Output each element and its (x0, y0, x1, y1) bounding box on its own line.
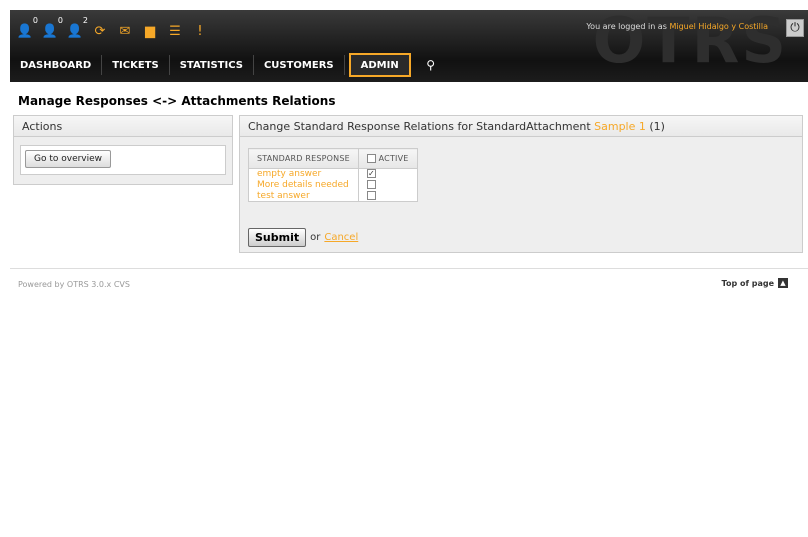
relations-header-count: (1) (649, 120, 665, 133)
active-cell (358, 190, 418, 202)
response-link[interactable]: More details needed (257, 180, 349, 190)
cancel-link[interactable]: Cancel (324, 232, 358, 243)
actions-header: Actions (14, 116, 232, 137)
response-cell: test answer (248, 190, 359, 202)
search-icon[interactable]: ⚲ (421, 55, 441, 75)
actions-sidebar: Actions Go to overview (13, 115, 233, 185)
toolbar-count-badge: 0 (32, 16, 38, 25)
folder-icon[interactable]: ▆ (141, 20, 159, 42)
logged-in-info: You are logged in as Miguel Hidalgo y Co… (586, 22, 768, 31)
locked-tickets-icon-glyph: 👤 (16, 23, 34, 39)
toolbar-count-badge: 0 (57, 16, 63, 25)
relations-header: Change Standard Response Relations for S… (240, 116, 802, 137)
mail-icon-glyph: ✉ (119, 23, 131, 39)
response-cell: More details needed (248, 179, 359, 191)
attachment-name-link[interactable]: Sample 1 (594, 120, 646, 133)
powered-by-text: Powered by OTRS 3.0.x CVS (18, 280, 130, 289)
main-navigation: DASHBOARD TICKETS STATISTICS CUSTOMERS ADMIN… (10, 50, 441, 80)
locked-tickets-icon[interactable]: 👤 0 (16, 16, 38, 42)
otrs-logo: OTRS (592, 10, 788, 77)
refresh-icon-glyph: ⟳ (94, 23, 106, 39)
active-cell: ✓ (358, 168, 418, 180)
user-name-link[interactable]: Miguel Hidalgo y Costilla (669, 22, 768, 31)
toolbar: 👤 0 👤 0 👤 2 ⟳ ✉ ▆ ☰! (16, 12, 209, 50)
relations-panel: Change Standard Response Relations for S… (239, 115, 803, 253)
form-actions: Submit or Cancel (248, 228, 358, 247)
nav-item-dashboard[interactable]: DASHBOARD (10, 55, 103, 75)
folder-icon-glyph: ▆ (145, 23, 155, 39)
response-link[interactable]: test answer (257, 191, 310, 201)
arrow-up-icon[interactable]: ▲ (778, 278, 788, 288)
logout-icon[interactable]: ⏻ (786, 19, 804, 37)
nav-item-statistics[interactable]: STATISTICS (170, 55, 254, 75)
active-checkbox[interactable]: ✓ (366, 169, 376, 179)
or-label: or (310, 232, 321, 243)
column-header-standard-response[interactable]: STANDARD RESPONSE (248, 148, 359, 169)
relations-table: STANDARD RESPONSE ACTIVE empty answer ✓ Mo… (248, 148, 418, 202)
response-link[interactable]: empty answer (257, 169, 321, 179)
submit-button[interactable]: Submit (248, 228, 307, 247)
list-icon-glyph: ☰ (169, 23, 181, 39)
page-title: Manage Responses <-> Attachments Relatio… (18, 94, 336, 108)
active-label: ACTIVE (378, 154, 409, 163)
header-bar: OTRS 👤 0 👤 0 👤 2 ⟳ ✉ ▆ ☰! You are logged in as Mi… (10, 10, 808, 82)
table-row: test answer (248, 190, 418, 202)
active-checkbox[interactable] (366, 180, 376, 189)
watched-tickets-icon-glyph: 👤 (41, 23, 59, 39)
footer-divider (10, 268, 808, 269)
response-cell: empty answer (248, 168, 359, 180)
go-to-overview-button[interactable]: Go to overview (25, 150, 112, 168)
alert-icon[interactable]: ! (191, 20, 209, 42)
nav-item-tickets[interactable]: TICKETS (102, 55, 170, 75)
actions-content: Go to overview (20, 145, 226, 175)
top-of-page-link[interactable]: Top of page ▲ (722, 278, 788, 288)
nav-item-customers[interactable]: CUSTOMERS (254, 55, 345, 75)
mail-icon[interactable]: ✉ (116, 20, 134, 42)
nav-item-admin[interactable]: ADMIN (348, 53, 411, 77)
select-all-checkbox[interactable] (366, 154, 376, 163)
list-icon[interactable]: ☰ (166, 20, 184, 42)
refresh-icon[interactable]: ⟳ (91, 20, 109, 42)
toolbar-count-badge: 2 (82, 16, 88, 25)
column-header-active: ACTIVE (357, 148, 418, 169)
top-of-page-label[interactable]: Top of page (722, 279, 774, 288)
table-row: More details needed (248, 179, 418, 191)
logged-in-label: You are logged in as (586, 22, 667, 31)
table-row: empty answer ✓ (248, 168, 418, 180)
responsible-tickets-icon-glyph: 👤 (66, 23, 84, 39)
relations-header-text: Change Standard Response Relations for S… (248, 120, 591, 133)
responsible-tickets-icon[interactable]: 👤 2 (66, 16, 88, 42)
active-checkbox[interactable] (366, 190, 376, 200)
watched-tickets-icon[interactable]: 👤 0 (41, 16, 63, 42)
alert-icon-glyph: ! (197, 23, 203, 39)
active-cell (358, 179, 418, 191)
